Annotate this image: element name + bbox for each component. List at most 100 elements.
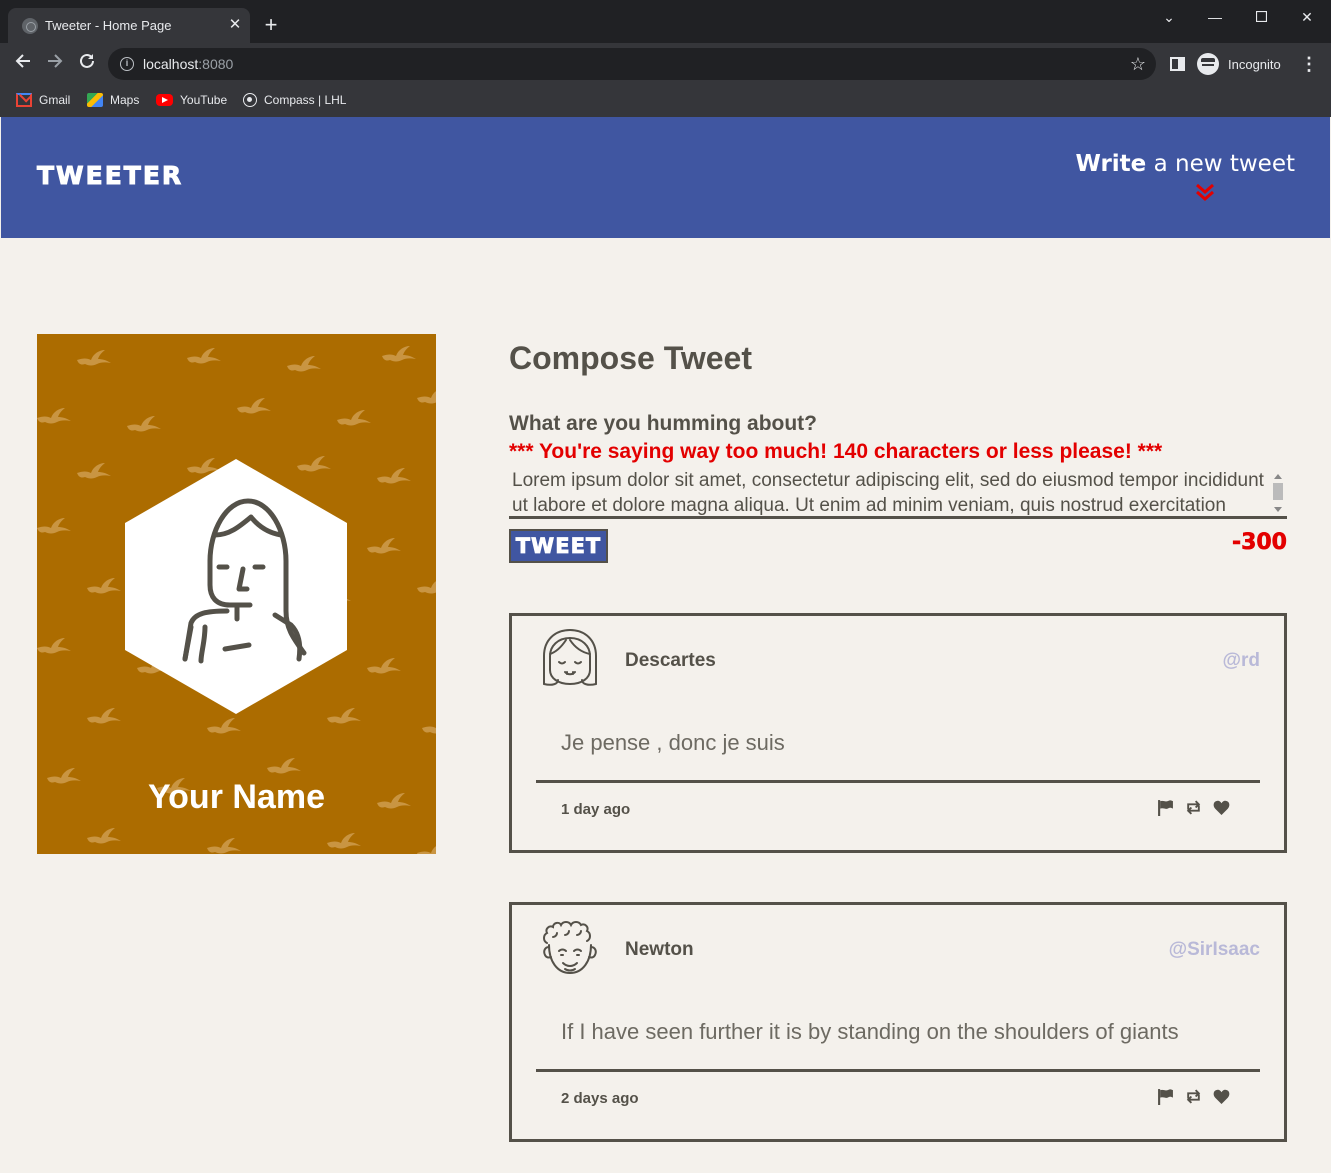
incognito-label: Incognito [1228, 56, 1281, 72]
browser-tab[interactable]: Tweeter - Home Page ✕ [8, 8, 250, 43]
gmail-icon [16, 93, 32, 107]
double-chevron-down-icon[interactable] [1195, 183, 1215, 201]
brand-logo[interactable]: TWEETER [36, 161, 183, 191]
tweet-actions [1157, 1088, 1230, 1105]
bird-pattern-icon [377, 464, 411, 490]
back-button[interactable] [10, 51, 36, 77]
bird-pattern-icon [37, 404, 71, 430]
bookmark-label: YouTube [180, 93, 228, 107]
bird-pattern-icon [77, 459, 111, 485]
flag-icon[interactable] [1157, 799, 1174, 816]
tweet-content: Je pense , donc je suis [561, 730, 785, 755]
bird-pattern-icon [267, 754, 301, 780]
tab-search-icon[interactable]: ⌄ [1154, 6, 1184, 28]
tweet-card: Descartes @rd Je pense , donc je suis 1 … [509, 613, 1287, 853]
tab-title: Tweeter - Home Page [45, 18, 172, 33]
bird-pattern-icon [417, 839, 436, 854]
url-text: localhost:8080 [143, 56, 234, 72]
flag-icon[interactable] [1157, 1088, 1174, 1105]
scroll-thumb[interactable] [1273, 483, 1283, 500]
maps-icon [87, 93, 103, 107]
bird-pattern-icon [422, 714, 436, 740]
youtube-icon [156, 94, 173, 106]
bird-pattern-icon [77, 346, 111, 372]
reload-button[interactable] [74, 51, 100, 77]
tab-strip: Tweeter - Home Page ✕ + ⌄ — ✕ [0, 0, 1331, 43]
profile-card: Your Name [37, 334, 436, 854]
textarea-scrollbar[interactable] [1271, 471, 1285, 515]
tweet-author-handle: @rd [1222, 650, 1260, 671]
globe-icon [22, 18, 38, 34]
bird-pattern-icon [367, 534, 401, 560]
bird-pattern-icon [87, 704, 121, 730]
bookmark-youtube[interactable]: YouTube [156, 91, 227, 109]
bird-pattern-icon [37, 634, 71, 660]
scroll-down-arrow-icon[interactable] [1274, 507, 1282, 512]
write-new-tweet-label: Write a new tweet [1075, 151, 1295, 177]
side-panel-icon[interactable] [1170, 57, 1185, 71]
profile-name: Your Name [148, 778, 325, 816]
kebab-menu-icon[interactable]: ⋮ [1300, 51, 1318, 77]
info-icon[interactable]: i [120, 57, 134, 71]
tweet-card: Newton @SirIsaac If I have seen further … [509, 902, 1287, 1142]
bird-pattern-icon [207, 714, 241, 740]
minimize-button[interactable]: — [1200, 6, 1230, 28]
tweet-author-name: Newton [625, 939, 694, 960]
bird-pattern-icon [187, 344, 221, 370]
tweet-timestamp: 2 days ago [561, 1090, 639, 1107]
bird-pattern-icon [87, 574, 121, 600]
address-bar[interactable]: i localhost:8080 ☆ [108, 48, 1156, 80]
bookmark-gmail[interactable]: Gmail [16, 91, 70, 109]
write-new-tweet-link[interactable]: Write a new tweet [1075, 151, 1295, 177]
scroll-up-arrow-icon[interactable] [1274, 474, 1282, 479]
close-tab-icon[interactable]: ✕ [225, 15, 245, 35]
bird-pattern-icon [207, 834, 241, 854]
bird-pattern-icon [417, 384, 436, 410]
tweet-text-input[interactable] [509, 468, 1287, 519]
forward-button[interactable] [42, 51, 68, 77]
retweet-icon[interactable] [1185, 799, 1202, 816]
bird-pattern-icon [327, 829, 361, 854]
bird-pattern-icon [127, 412, 161, 438]
incognito-icon [1197, 53, 1219, 75]
bird-pattern-icon [87, 824, 121, 850]
character-counter: -300 [1231, 530, 1288, 556]
bookmarks-bar: Gmail Maps YouTube Compass | LHL [0, 85, 1331, 115]
retweet-icon[interactable] [1185, 1088, 1202, 1105]
tweet-divider [536, 1069, 1260, 1072]
bird-pattern-icon [337, 406, 371, 432]
bookmark-star-icon[interactable]: ☆ [1130, 52, 1146, 76]
heart-icon[interactable] [1213, 799, 1230, 816]
compose-label: What are you humming about? [509, 412, 817, 435]
browser-toolbar: i localhost:8080 ☆ Incognito ⋮ [0, 43, 1331, 85]
error-message: *** You're saying way too much! 140 char… [509, 440, 1163, 463]
bookmark-maps[interactable]: Maps [87, 91, 139, 109]
new-tab-button[interactable]: + [260, 14, 282, 36]
bookmark-label: Gmail [39, 93, 71, 107]
browser-chrome: Tweeter - Home Page ✕ + ⌄ — ✕ i localhos… [0, 0, 1331, 117]
bird-pattern-icon [417, 574, 436, 600]
close-window-button[interactable]: ✕ [1292, 6, 1322, 28]
compose-title: Compose Tweet [509, 340, 752, 376]
bird-pattern-icon [382, 342, 416, 368]
tweet-actions [1157, 799, 1230, 816]
bird-pattern-icon [287, 352, 321, 378]
profile-avatar [125, 459, 347, 714]
bookmark-compass[interactable]: Compass | LHL [243, 91, 346, 109]
bird-pattern-icon [37, 514, 71, 540]
compose-tweet-section: Compose Tweet What are you humming about… [509, 340, 1287, 563]
heart-icon[interactable] [1213, 1088, 1230, 1105]
tweet-content: If I have seen further it is by standing… [561, 1019, 1179, 1044]
bird-pattern-icon [367, 654, 401, 680]
tweet-submit-button[interactable]: TWEET [509, 529, 608, 563]
compass-icon [243, 93, 257, 107]
bookmark-label: Maps [110, 93, 140, 107]
tweet-timestamp: 1 day ago [561, 801, 631, 818]
bird-pattern-icon [237, 394, 271, 420]
incognito-profile-button[interactable]: Incognito [1197, 51, 1281, 77]
bookmark-label: Compass | LHL [264, 93, 347, 107]
maximize-button[interactable] [1246, 6, 1276, 28]
tweet-divider [536, 780, 1260, 783]
curly-hair-avatar-icon [543, 921, 597, 975]
girl-avatar-icon [543, 628, 597, 686]
